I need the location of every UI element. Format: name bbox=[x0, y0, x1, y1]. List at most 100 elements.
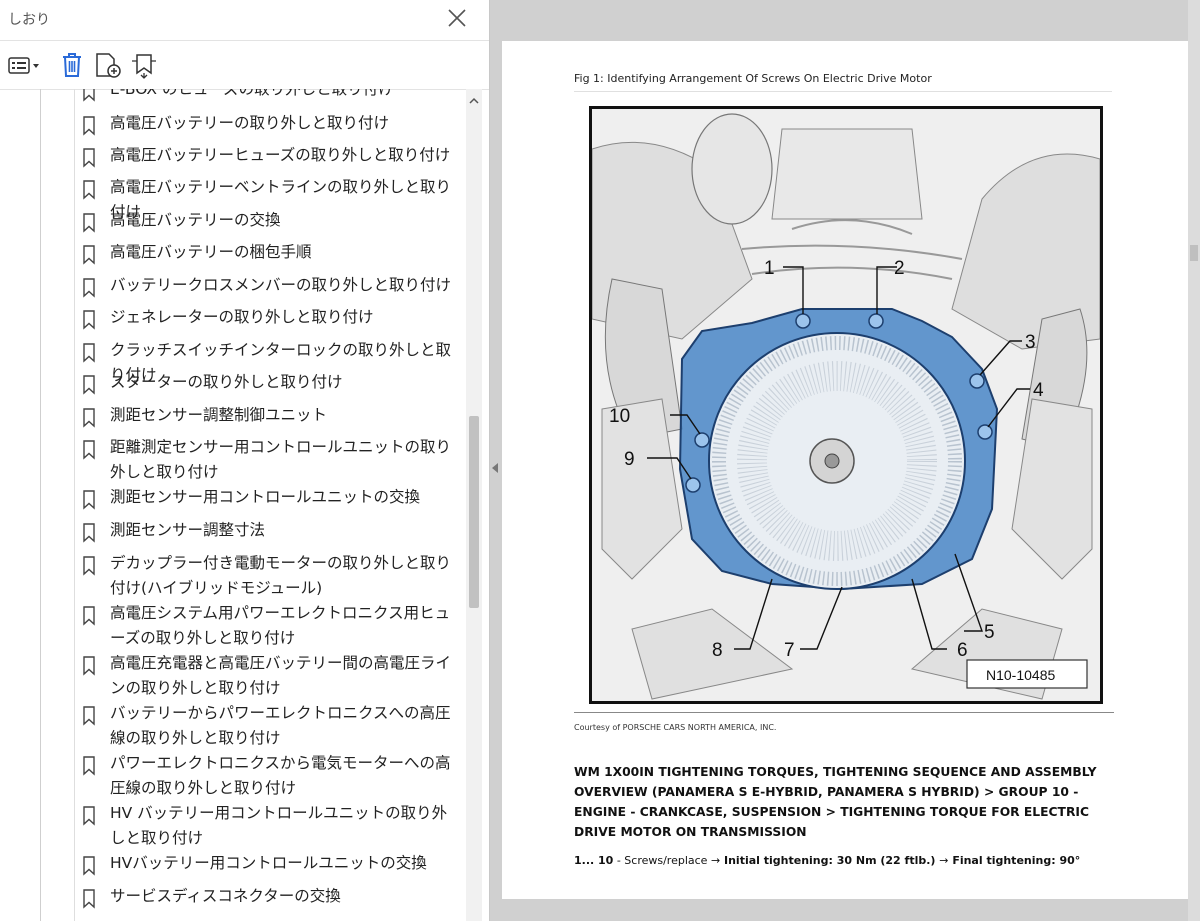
spec-part: - Screws/replace bbox=[613, 854, 711, 867]
callout-5: 5 bbox=[984, 622, 995, 643]
tree-guide-line bbox=[74, 89, 75, 921]
callout-3: 3 bbox=[1025, 332, 1036, 353]
screw-2 bbox=[868, 313, 884, 329]
callout-4: 4 bbox=[1033, 380, 1044, 401]
bookmark-icon bbox=[83, 806, 95, 826]
bookmark-label: 測距センサー調整制御ユニット bbox=[110, 406, 328, 424]
bookmark-icon bbox=[83, 440, 95, 460]
bookmark-icon bbox=[83, 180, 95, 200]
callout-9: 9 bbox=[624, 449, 635, 470]
bookmark-icon bbox=[83, 89, 95, 102]
bookmark-item[interactable]: 高電圧バッテリーの梱包手順 bbox=[82, 240, 462, 265]
bookmark-item[interactable]: HV バッテリー用コントロールユニットの取り外しと取り付け bbox=[82, 801, 462, 851]
callout-7: 7 bbox=[784, 640, 795, 661]
bookmark-item[interactable]: ジェネレーターの取り外しと取り付け bbox=[82, 305, 462, 330]
spec-final: Final tightening: 90° bbox=[948, 854, 1081, 867]
bookmark-item[interactable]: HVバッテリー用コントロールユニットの交換 bbox=[82, 851, 462, 876]
bookmark-icon bbox=[83, 343, 95, 363]
bookmark-label: 高電圧充電器と高電圧バッテリー間の高電圧ラインの取り外しと取り付け bbox=[110, 654, 452, 697]
bookmark-icon bbox=[83, 656, 95, 676]
screw-9 bbox=[685, 477, 701, 493]
bookmark-item[interactable]: 高電圧システム用パワーエレクトロニクス用ヒューズの取り外しと取り付け bbox=[82, 601, 462, 651]
callout-8: 8 bbox=[712, 640, 723, 661]
bookmark-icon bbox=[83, 856, 95, 876]
callout-6: 6 bbox=[957, 640, 968, 661]
bookmark-icon bbox=[83, 375, 95, 395]
callout-2: 2 bbox=[894, 258, 905, 279]
bookmark-label: バッテリーからパワーエレクトロニクスへの高圧線の取り外しと取り付け bbox=[110, 704, 451, 747]
screw-1 bbox=[795, 313, 811, 329]
spec-initial: Initial tightening: 30 Nm (22 ftlb.) bbox=[720, 854, 940, 867]
bookmark-label: E-BOX のヒューズの取り外しと取り付け bbox=[110, 89, 394, 98]
motor-figure: 1 2 3 4 5 6 7 8 9 10 N10-10485 bbox=[589, 106, 1103, 704]
bookmark-icon bbox=[83, 556, 95, 576]
bookmark-label: 高電圧バッテリーの梱包手順 bbox=[110, 243, 312, 261]
bookmark-item[interactable]: 高電圧バッテリーの取り外しと取り付け bbox=[82, 111, 462, 136]
arrow-icon: → bbox=[710, 854, 721, 867]
bookmark-label: スターターの取り外しと取り付け bbox=[110, 373, 343, 391]
options-menu-icon[interactable] bbox=[8, 51, 42, 79]
bookmark-icon bbox=[83, 889, 95, 909]
bookmark-item[interactable]: 距離測定センサー用コントロールユニットの取り外しと取り付け bbox=[82, 435, 462, 485]
trash-icon[interactable] bbox=[59, 51, 85, 79]
bookmark-label: デカップラー付き電動モーターの取り外しと取り付け(ハイブリッドモジュール) bbox=[110, 554, 452, 597]
bookmark-item[interactable]: E-BOX のヒューズの取り外しと取り付け bbox=[82, 89, 462, 102]
bookmark-label: HV バッテリー用コントロールユニットの取り外しと取り付け bbox=[110, 804, 448, 847]
bookmark-item[interactable]: 高電圧充電器と高電圧バッテリー間の高電圧ラインの取り外しと取り付け bbox=[82, 651, 462, 701]
bookmark-item[interactable]: 測距センサー用コントロールユニットの交換 bbox=[82, 485, 462, 510]
bookmark-label: 高電圧バッテリーの取り外しと取り付け bbox=[110, 114, 390, 132]
expand-bookmark-icon[interactable] bbox=[129, 51, 159, 79]
bookmarks-panel: しおり E-BOX のヒューズの取り外しと取り付け 高電圧バッテリーの取り外しと… bbox=[0, 0, 490, 921]
bookmarks-scrollbar[interactable] bbox=[466, 89, 482, 921]
new-bookmark-icon[interactable] bbox=[94, 51, 122, 79]
bookmark-label: 高電圧バッテリーヒューズの取り外しと取り付け bbox=[110, 146, 451, 164]
tree-guide-line bbox=[40, 89, 41, 921]
bookmark-item[interactable]: スターターの取り外しと取り付け bbox=[82, 370, 462, 395]
bookmark-icon bbox=[83, 606, 95, 626]
page-scrollbar-thumb[interactable] bbox=[1190, 245, 1198, 261]
torque-spec: 1... 10 - Screws/replace → Initial tight… bbox=[574, 854, 1080, 867]
bookmark-label: バッテリークロスメンバーの取り外しと取り付け bbox=[110, 276, 452, 294]
bookmark-label: 測距センサー用コントロールユニットの交換 bbox=[110, 488, 421, 506]
bookmark-item[interactable]: 高電圧バッテリーの交換 bbox=[82, 208, 462, 233]
panel-splitter[interactable] bbox=[490, 0, 500, 921]
spec-items: 1... 10 bbox=[574, 854, 614, 867]
close-icon[interactable] bbox=[445, 6, 469, 30]
bookmark-icon bbox=[83, 408, 95, 428]
bookmark-item[interactable]: バッテリークロスメンバーの取り外しと取り付け bbox=[82, 273, 462, 298]
bookmark-item[interactable]: 測距センサー調整寸法 bbox=[82, 518, 462, 543]
bookmarks-toolbar bbox=[0, 40, 489, 90]
collapse-panel-icon[interactable] bbox=[492, 463, 498, 473]
screw-3 bbox=[969, 373, 985, 389]
bookmark-label: 距離測定センサー用コントロールユニットの取り外しと取り付け bbox=[110, 438, 452, 481]
section-heading: WM 1X00IN TIGHTENING TORQUES, TIGHTENING… bbox=[574, 765, 1097, 839]
bookmark-item[interactable]: 測距センサー調整制御ユニット bbox=[82, 403, 462, 428]
figure-code: N10-10485 bbox=[986, 667, 1055, 683]
bookmark-item[interactable]: デカップラー付き電動モーターの取り外しと取り付け(ハイブリッドモジュール) bbox=[82, 551, 462, 601]
scroll-up-icon[interactable] bbox=[466, 93, 482, 109]
bookmark-icon bbox=[83, 245, 95, 265]
bookmark-icon bbox=[83, 523, 95, 543]
bookmark-item[interactable]: パワーエレクトロニクスから電気モーターへの高圧線の取り外しと取り付け bbox=[82, 751, 462, 801]
screw-4 bbox=[977, 424, 993, 440]
bookmark-item[interactable]: サービスディスコネクターの交換 bbox=[82, 884, 462, 909]
bookmark-icon bbox=[83, 278, 95, 298]
bookmark-icon bbox=[83, 213, 95, 233]
bookmark-icon bbox=[83, 756, 95, 776]
figure-caption: Fig 1: Identifying Arrangement Of Screws… bbox=[574, 72, 932, 85]
bookmarks-header: しおり bbox=[0, 0, 489, 38]
divider bbox=[574, 712, 1114, 713]
document-page: Fig 1: Identifying Arrangement Of Screws… bbox=[502, 41, 1188, 899]
bookmarks-title: しおり bbox=[8, 12, 50, 28]
scrollbar-thumb[interactable] bbox=[469, 416, 479, 608]
divider bbox=[574, 91, 1112, 92]
bookmark-item[interactable]: バッテリーからパワーエレクトロニクスへの高圧線の取り外しと取り付け bbox=[82, 701, 462, 751]
page-scrollbar[interactable] bbox=[1188, 0, 1200, 921]
bookmark-label: サービスディスコネクターの交換 bbox=[110, 887, 341, 905]
screw-10 bbox=[694, 432, 710, 448]
bookmark-icon bbox=[83, 490, 95, 510]
bookmark-label: ジェネレーターの取り外しと取り付け bbox=[110, 308, 374, 326]
bookmark-icon bbox=[83, 148, 95, 168]
bookmark-item[interactable]: 高電圧バッテリーヒューズの取り外しと取り付け bbox=[82, 143, 462, 168]
bookmark-icon bbox=[83, 310, 95, 330]
